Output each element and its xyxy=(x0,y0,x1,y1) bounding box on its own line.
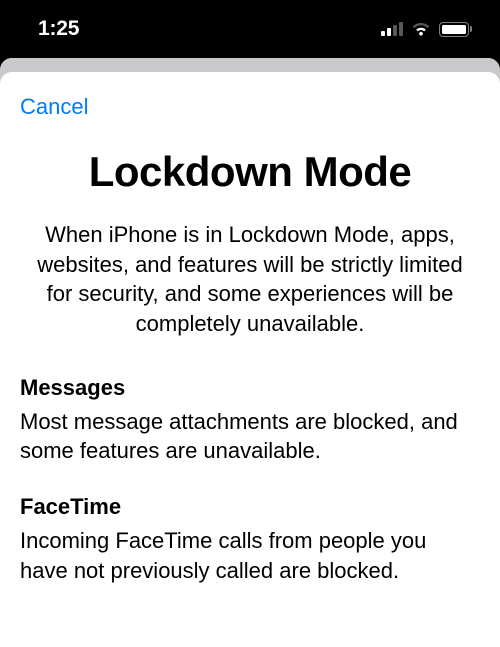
section-title: FaceTime xyxy=(20,494,480,520)
sheet-content: Lockdown Mode When iPhone is in Lockdown… xyxy=(0,136,500,614)
wifi-icon xyxy=(410,21,432,37)
status-time: 1:25 xyxy=(38,17,79,41)
cellular-signal-icon xyxy=(381,22,403,36)
intro-text: When iPhone is in Lockdown Mode, apps, w… xyxy=(20,220,480,339)
sheet-backdrop: Cancel Lockdown Mode When iPhone is in L… xyxy=(0,58,500,647)
modal-sheet: Cancel Lockdown Mode When iPhone is in L… xyxy=(0,72,500,647)
page-title: Lockdown Mode xyxy=(20,148,480,196)
section-facetime: FaceTime Incoming FaceTime calls from pe… xyxy=(20,494,480,585)
section-body: Incoming FaceTime calls from people you … xyxy=(20,526,480,585)
sheet-drag-indicator[interactable] xyxy=(0,58,500,72)
section-title: Messages xyxy=(20,375,480,401)
section-body: Most message attachments are blocked, an… xyxy=(20,407,480,466)
battery-icon xyxy=(439,22,472,37)
cancel-button[interactable]: Cancel xyxy=(20,94,88,120)
section-messages: Messages Most message attachments are bl… xyxy=(20,375,480,466)
status-bar: 1:25 xyxy=(0,0,500,58)
status-icons xyxy=(381,21,472,37)
sheet-header: Cancel xyxy=(0,72,500,136)
